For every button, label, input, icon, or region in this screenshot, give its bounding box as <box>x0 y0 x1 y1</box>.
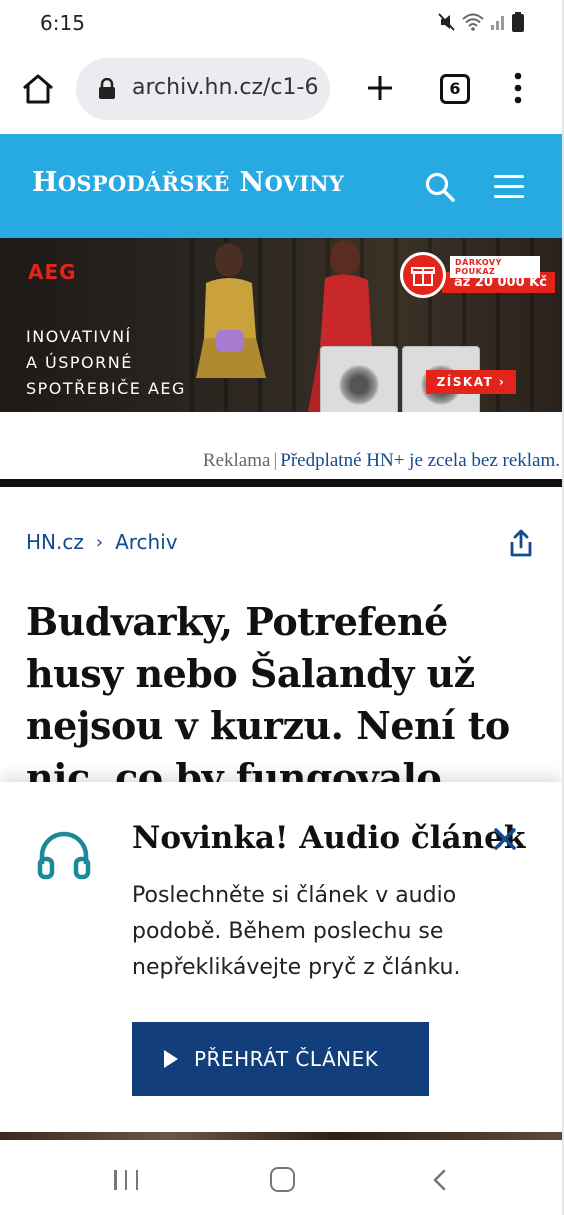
status-icons <box>438 12 524 32</box>
audio-article-popup: Novinka! Audio článek Poslechněte si člá… <box>0 782 562 1132</box>
browser-toolbar: archiv.hn.cz/c1-6 6 <box>0 46 564 132</box>
ad-banner[interactable]: AEG INOVATIVNÍ A ÚSPORNÉ SPOTŘEBIČE AEG … <box>0 238 562 412</box>
wifi-icon <box>462 13 484 31</box>
more-vert-icon[interactable] <box>506 70 530 106</box>
search-icon[interactable] <box>424 171 456 203</box>
close-icon[interactable] <box>492 826 518 852</box>
ad-label: Reklama <box>202 450 271 471</box>
recent-apps-icon[interactable] <box>114 1170 138 1190</box>
battery-icon <box>512 12 524 32</box>
ad-washer-image <box>320 346 398 412</box>
article-image-peek <box>0 1132 562 1140</box>
lock-icon <box>99 78 115 99</box>
system-nav-bar <box>0 1140 564 1215</box>
ad-model-image <box>196 243 266 378</box>
home-icon[interactable] <box>20 71 56 107</box>
section-divider <box>0 479 562 487</box>
signal-icon <box>491 16 504 30</box>
popup-title: Novinka! Audio článek <box>132 820 526 856</box>
mute-icon <box>438 13 455 31</box>
site-header: HOSPODÁŘSKÉ NOVINY <box>0 134 562 238</box>
plus-icon[interactable] <box>364 72 396 104</box>
popup-description: Poslechněte si článek v audio podobě. Bě… <box>132 883 461 980</box>
url-text: archiv.hn.cz/c1-6 <box>132 75 319 100</box>
back-icon[interactable] <box>430 1168 450 1192</box>
site-logo[interactable]: HOSPODÁŘSKÉ NOVINY <box>32 167 344 198</box>
article-headline: Budvarky, Potrefené husy nebo Šalandy už… <box>26 599 510 800</box>
play-article-button[interactable]: PŘEHRÁT ČLÁNEK <box>132 1022 429 1096</box>
status-time: 6:15 <box>40 11 85 35</box>
ad-cta-button[interactable]: ZÍSKAT › <box>426 370 516 394</box>
home-nav-icon[interactable] <box>270 1167 295 1192</box>
breadcrumb-item-archive[interactable]: Archiv <box>115 530 178 554</box>
hamburger-menu-icon[interactable] <box>494 175 524 199</box>
breadcrumb: HN.cz › Archiv <box>26 530 178 554</box>
subscription-link[interactable]: Předplatné HN+ je zcela bez reklam. <box>280 450 560 471</box>
headphones-icon <box>37 831 91 880</box>
play-icon <box>164 1050 178 1068</box>
ad-brand-logo: AEG <box>28 260 77 284</box>
share-icon[interactable] <box>508 528 534 558</box>
ad-tagline: INOVATIVNÍ A ÚSPORNÉ SPOTŘEBIČE AEG <box>26 327 186 398</box>
address-bar[interactable]: archiv.hn.cz/c1-6 <box>76 58 330 120</box>
play-button-label: PŘEHRÁT ČLÁNEK <box>194 1047 379 1071</box>
status-bar: 6:15 <box>0 0 564 46</box>
ad-voucher-badge: až 20 000 Kč DÁRKOVÝ POUKAZ <box>400 252 555 298</box>
tab-switcher-button[interactable]: 6 <box>440 74 470 104</box>
chevron-right-icon: › <box>95 531 104 553</box>
breadcrumb-item-home[interactable]: HN.cz <box>26 530 84 554</box>
gift-icon <box>400 252 446 298</box>
ad-notice: Reklama | Předplatné HN+ je zcela bez rekl… <box>202 450 560 471</box>
